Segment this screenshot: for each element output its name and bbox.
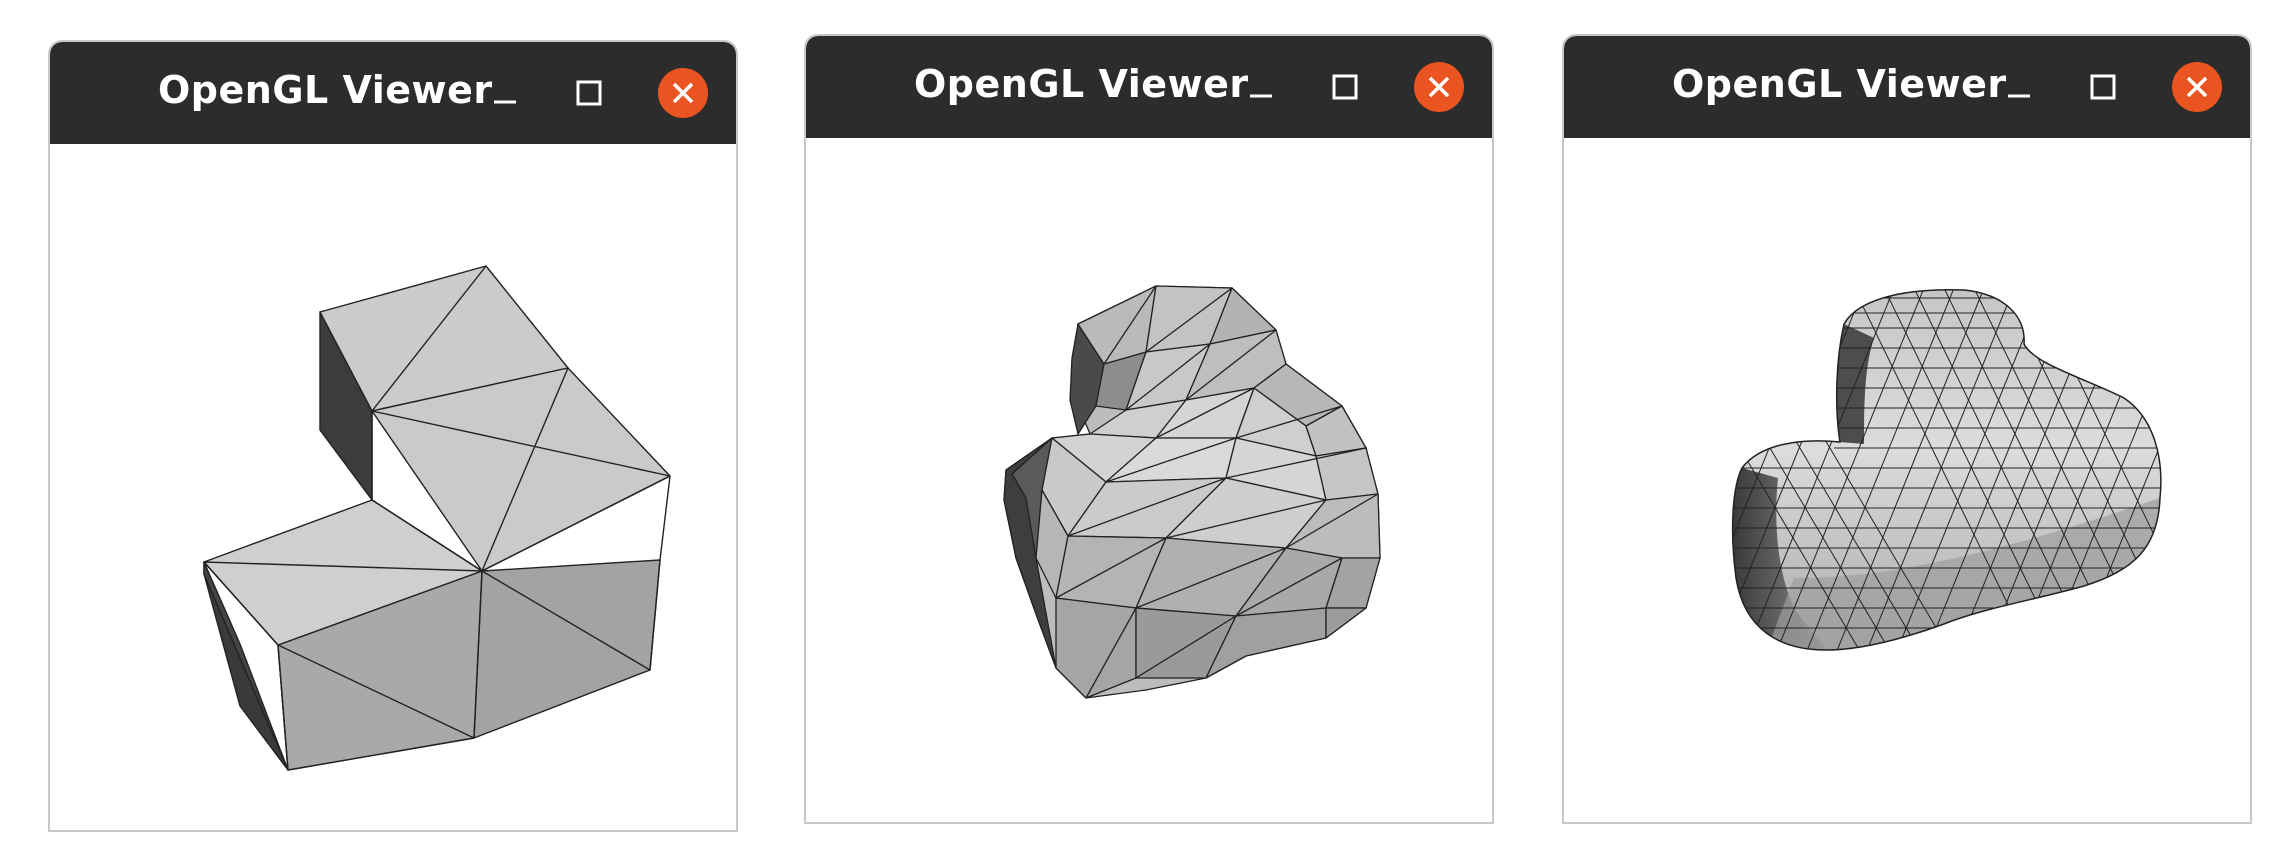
window-title: OpenGL Viewer (1672, 62, 2007, 106)
window-titlebar[interactable]: OpenGL Viewer (1564, 36, 2250, 138)
close-icon (2172, 62, 2222, 112)
close-button[interactable] (658, 68, 708, 118)
minimize-icon (494, 100, 516, 104)
maximize-icon (576, 80, 602, 106)
minimize-icon (2008, 94, 2030, 98)
mesh-render (1731, 288, 2162, 651)
close-icon (658, 68, 708, 118)
minimize-icon (1250, 94, 1272, 98)
maximize-button[interactable] (564, 68, 614, 118)
minimize-button[interactable] (1994, 62, 2044, 112)
maximize-button[interactable] (1320, 62, 1370, 112)
window-title: OpenGL Viewer (914, 62, 1249, 106)
close-button[interactable] (2172, 62, 2222, 112)
window-titlebar[interactable]: OpenGL Viewer (806, 36, 1492, 138)
mesh-render (203, 265, 671, 771)
render-viewport[interactable] (1564, 138, 2250, 822)
render-viewport[interactable] (50, 144, 736, 830)
close-icon (1414, 62, 1464, 112)
maximize-icon (2090, 74, 2116, 100)
opengl-viewer-window-1: OpenGL Viewer (48, 40, 738, 832)
window-title: OpenGL Viewer (158, 68, 493, 112)
maximize-button[interactable] (2078, 62, 2128, 112)
maximize-icon (1332, 74, 1358, 100)
mesh-render (1003, 285, 1381, 699)
minimize-button[interactable] (1236, 62, 1286, 112)
minimize-button[interactable] (480, 68, 530, 118)
render-viewport[interactable] (806, 138, 1492, 822)
window-titlebar[interactable]: OpenGL Viewer (50, 42, 736, 144)
close-button[interactable] (1414, 62, 1464, 112)
opengl-viewer-window-3: OpenGL Viewer (1562, 34, 2252, 824)
opengl-viewer-window-2: OpenGL Viewer (804, 34, 1494, 824)
